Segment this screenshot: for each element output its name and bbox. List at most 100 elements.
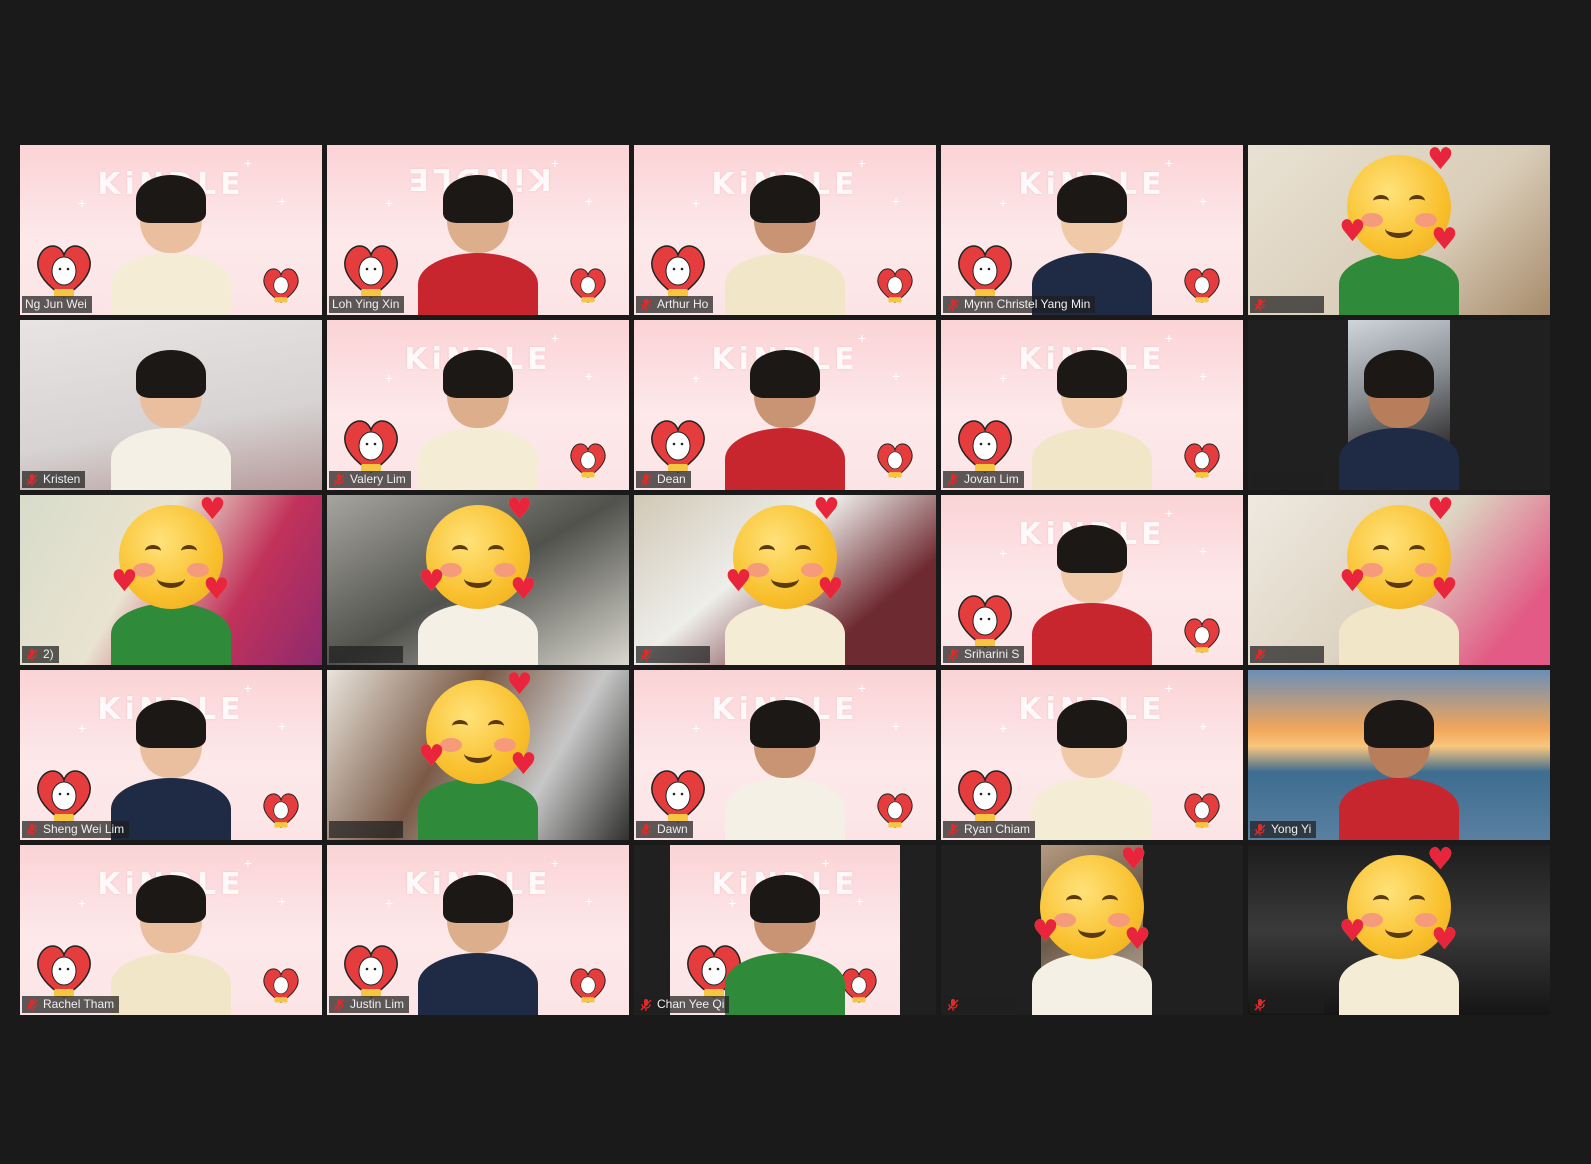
sparkle-icon: + (891, 193, 900, 209)
heart-mascot-icon (570, 268, 606, 303)
participant-video: KiNDLE + + + (20, 670, 322, 840)
muted-microphone-icon (25, 648, 39, 662)
heart-mascot-icon (651, 770, 705, 823)
sparkle-icon: + (692, 195, 701, 211)
heart-mascot-icon (958, 245, 1012, 298)
muted-microphone-icon (946, 648, 960, 662)
participant-figure (1032, 690, 1152, 840)
participant-name-bar (636, 646, 710, 663)
heart-mascot-icon (344, 245, 398, 298)
participant-name: Justin Lim (350, 997, 405, 1011)
participant-tile[interactable]: KiNDLE + + + Ng Jun Wei (20, 145, 322, 315)
participant-tile[interactable]: KiNDLE + + + Ryan Chiam (941, 670, 1243, 840)
participant-tile[interactable] (1248, 320, 1550, 490)
sparkle-icon: + (243, 855, 252, 871)
heart-mascot-icon (1184, 443, 1220, 478)
sparkle-icon: + (550, 855, 559, 871)
heart-mascot-icon (958, 420, 1012, 473)
participant-name: 2) (43, 647, 54, 661)
sparkle-icon: + (692, 370, 701, 386)
participant-tile[interactable]: Kristen (20, 320, 322, 490)
heart-mascot-icon (877, 793, 913, 828)
sparkle-icon: + (1164, 680, 1173, 696)
participant-tile[interactable]: KiNDLE + + + Rachel Tham (20, 845, 322, 1015)
participant-tile[interactable]: Yong Yi (1248, 670, 1550, 840)
participant-name-bar: Sheng Wei Lim (22, 821, 130, 838)
participant-figure (418, 865, 538, 1015)
muted-microphone-icon (639, 473, 653, 487)
heart-mascot-icon (958, 770, 1012, 823)
participant-name-bar (329, 821, 403, 838)
participant-tile[interactable]: ♥ ♥ ♥ (941, 845, 1243, 1015)
participant-tile[interactable]: ♥ ♥ ♥ (634, 495, 936, 665)
participant-video: ♥ ♥ ♥ (1248, 845, 1550, 1015)
participant-video: KiNDLE + + + (941, 495, 1243, 665)
muted-microphone-icon (946, 298, 960, 312)
participant-tile[interactable]: KiNDLE + + + Arthur Ho (634, 145, 936, 315)
heart-mascot-icon (958, 595, 1012, 648)
participant-name-bar: Loh Ying Xin (329, 296, 405, 313)
participant-tile[interactable]: KiNDLE + + + Justin Lim (327, 845, 629, 1015)
heart-mascot-icon (263, 268, 299, 303)
sparkle-icon: + (857, 330, 866, 346)
participant-tile[interactable]: KiNDLE + + + Mynn Christel Yang Min (941, 145, 1243, 315)
participant-name: Dean (657, 472, 686, 486)
sparkle-icon: + (277, 193, 286, 209)
participant-tile[interactable]: KiNDLE + + + Loh Ying Xin (327, 145, 629, 315)
participant-tile[interactable]: KiNDLE + + + Valery Lim (327, 320, 629, 490)
participant-video: ♥ ♥ ♥ (20, 495, 322, 665)
participant-tile[interactable]: KiNDLE + + + Chan Yee Qi (634, 845, 936, 1015)
participant-name-bar: Justin Lim (329, 996, 410, 1013)
participant-name-bar: Dawn (636, 821, 693, 838)
participant-tile[interactable]: ♥ ♥ ♥ 2) (20, 495, 322, 665)
smiling-face-with-hearts-icon: ♥ ♥ ♥ (418, 495, 537, 609)
muted-microphone-icon (639, 298, 653, 312)
participant-figure (418, 340, 538, 490)
sparkle-icon: + (243, 155, 252, 171)
participant-name-bar: Jovan Lim (943, 471, 1024, 488)
sparkle-icon: + (243, 680, 252, 696)
participant-tile[interactable]: KiNDLE + + + Dean (634, 320, 936, 490)
participant-video (20, 320, 322, 490)
participant-name-bar (329, 646, 403, 663)
participant-figure (418, 165, 538, 315)
smiling-face-with-hearts-icon: ♥ ♥ ♥ (418, 670, 537, 784)
participant-figure (111, 690, 231, 840)
sparkle-icon: + (855, 893, 864, 909)
heart-mascot-icon (263, 968, 299, 1003)
muted-microphone-icon (639, 648, 653, 662)
participant-tile[interactable]: ♥ ♥ ♥ (327, 495, 629, 665)
participant-figure (111, 865, 231, 1015)
heart-mascot-icon (37, 770, 91, 823)
participant-tile[interactable]: KiNDLE + + + Sriharini S (941, 495, 1243, 665)
sparkle-icon: + (999, 370, 1008, 386)
sparkle-icon: + (550, 330, 559, 346)
participant-tile[interactable]: ♥ ♥ ♥ (1248, 845, 1550, 1015)
sparkle-icon: + (550, 155, 559, 171)
heart-mascot-icon (651, 420, 705, 473)
participant-tile[interactable]: KiNDLE + + + Sheng Wei Lim (20, 670, 322, 840)
participant-name: Mynn Christel Yang Min (964, 297, 1091, 311)
participant-tile[interactable]: ♥ ♥ ♥ (1248, 145, 1550, 315)
participant-name: Sriharini S (964, 647, 1020, 661)
heart-mascot-icon (344, 945, 398, 998)
participant-video: KiNDLE + + + (941, 145, 1243, 315)
participant-video: KiNDLE + + + (327, 320, 629, 490)
participant-name-bar: Rachel Tham (22, 996, 120, 1013)
participant-name-bar: 2) (22, 646, 59, 663)
participant-name-bar: Yong Yi (1250, 821, 1317, 838)
participant-video: KiNDLE + + + (20, 845, 322, 1015)
participant-name: Rachel Tham (43, 997, 115, 1011)
participant-tile[interactable]: ♥ ♥ ♥ (1248, 495, 1550, 665)
participant-video: ♥ ♥ ♥ (327, 495, 629, 665)
participant-tile[interactable]: ♥ ♥ ♥ (327, 670, 629, 840)
participant-tile[interactable]: KiNDLE + + + Jovan Lim (941, 320, 1243, 490)
sparkle-icon: + (1164, 330, 1173, 346)
sparkle-icon: + (78, 195, 87, 211)
participant-name-bar: Sriharini S (943, 646, 1025, 663)
participant-video: KiNDLE + + + (941, 670, 1243, 840)
participant-name: Yong Yi (1271, 822, 1312, 836)
participant-video: ♥ ♥ ♥ (327, 670, 629, 840)
participant-tile[interactable]: KiNDLE + + + Dawn (634, 670, 936, 840)
smiling-face-with-hearts-icon: ♥ ♥ ♥ (1032, 845, 1151, 959)
